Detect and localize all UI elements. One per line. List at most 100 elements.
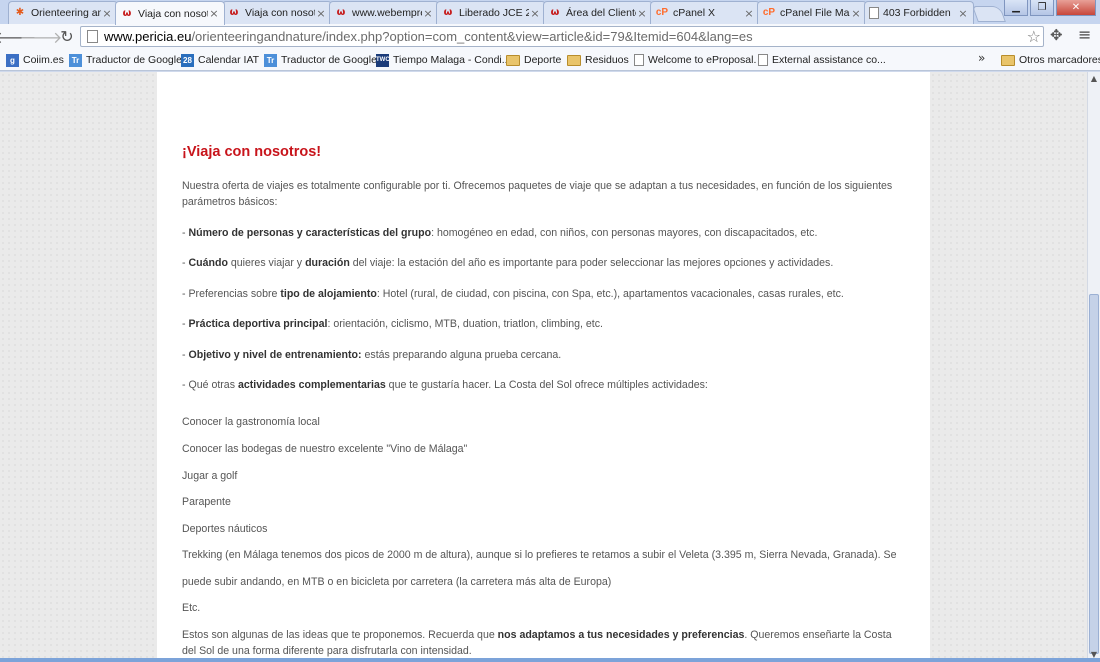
tab-cpanel-x[interactable]: cP cPanel X × [650,1,760,24]
bookmark-star-icon[interactable]: ☆ [1027,27,1041,46]
extension-icon[interactable]: ✥ [1050,26,1063,44]
criterion-activities: - Qué otras actividades complementarias … [182,377,904,393]
close-window-button[interactable]: ✕ [1056,0,1096,16]
criterion-group-size: - Número de personas y características d… [182,225,904,241]
forward-button[interactable]: 🡒 [20,26,63,48]
bookmark-label: Tiempo Malaga - Condi... [393,54,511,66]
tab-viaja-con-nosotros-active[interactable]: ω Viaja con nosot × [115,1,225,25]
minimize-button[interactable]: ▁ [1004,0,1028,16]
folder-icon [567,54,581,66]
content-panel: ¡Viaja con nosotros! Nuestra oferta de v… [157,72,930,662]
w-icon: ω [336,7,346,18]
tab-403-forbidden[interactable]: 403 Forbidden × [864,1,974,24]
article-closing: Estos son algunas de las ideas que te pr… [182,627,904,659]
vertical-scrollbar[interactable]: ▲ ▼ [1087,72,1100,662]
close-icon[interactable]: × [957,7,969,20]
w-icon: ω [122,7,132,19]
tab-label: Viaja con nosot [138,7,208,20]
activity-item: Etc. [182,602,201,614]
scroll-up-arrow-icon[interactable]: ▲ [1088,73,1100,85]
tab-label: cPanel X [673,7,716,19]
tab-label: Viaja con nosot [245,7,315,19]
cpanel-icon: cP [762,7,776,18]
joomla-icon: ✱ [15,7,25,18]
bookmark-tiempo-malaga[interactable]: TWC Tiempo Malaga - Condi... [376,52,511,68]
close-icon[interactable]: × [315,7,327,20]
tab-area-del-cliente[interactable]: ω Área del Cliente × [543,1,653,24]
close-icon[interactable]: × [529,7,541,20]
new-tab-button[interactable] [972,6,1006,22]
w-icon: ω [229,7,239,18]
criterion-when-duration: - Cuándo quieres viajar y duración del v… [182,255,904,271]
bookmark-folder-deporte[interactable]: Deporte [506,52,561,68]
translate-icon: Tr [264,53,277,67]
criterion-training: - Objetivo y nivel de entrenamiento: est… [182,347,904,363]
tab-orienteering[interactable]: ✱ Orienteering an × [8,1,118,24]
criterion-bold: Objetivo y nivel de entrenamiento: [188,349,362,361]
activity-item: Parapente [182,496,231,508]
bookmark-label: Coiim.es [23,54,64,66]
bookmark-calendar-iat[interactable]: 28 Calendar IAT [181,52,259,68]
bookmark-coiim[interactable]: g Coiim.es [6,52,64,68]
page-icon [869,7,879,19]
window-bottom-edge [0,658,1100,662]
criterion-bold: tipo de alojamiento [280,288,377,300]
tab-viaja-con-nosotros[interactable]: ω Viaja con nosot × [222,1,332,24]
tab-liberado-jce[interactable]: ω Liberado JCE 2. × [436,1,546,24]
closing-text: Estos son algunas de las ideas que te pr… [182,629,498,641]
cpanel-icon: cP [655,7,669,18]
page-viewport: ¡Viaja con nosotros! Nuestra oferta de v… [0,72,1087,662]
window-controls: ▁ ❐ ✕ [1004,0,1096,16]
close-icon[interactable]: × [101,7,113,20]
tab-strip: ✱ Orienteering an × ω Viaja con nosot × … [0,0,1100,25]
more-bookmarks-chevron-icon[interactable]: » [978,51,985,65]
address-bar[interactable]: www.pericia.eu/orienteeringandnature/ind… [80,26,1044,47]
activity-item: Conocer las bodegas de nuestro excelente… [182,443,468,455]
close-icon[interactable]: × [850,7,862,20]
criterion-bold: Práctica deportiva principal [188,318,328,330]
tab-label: www.webempre [352,7,422,19]
menu-icon[interactable]: ≡ [1078,25,1091,44]
criterion-text: : Hotel (rural, de ciudad, con piscina, … [376,288,844,300]
maximize-button[interactable]: ❐ [1030,0,1054,16]
close-icon[interactable]: × [636,7,648,20]
criterion-text: quieres viajar y [227,257,306,269]
tab-cpanel-file-manager[interactable]: cP cPanel File Man × [757,1,867,24]
activity-item: puede subir andando, en MTB o en bicicle… [182,576,612,588]
close-icon[interactable]: × [422,7,434,20]
folder-icon [1001,54,1015,66]
close-icon[interactable]: × [208,7,220,20]
tab-webempre[interactable]: ω www.webempre × [329,1,439,24]
criterion-bold: Número de personas y características del… [188,227,432,239]
criterion-text: : homogéneo en edad, con niños, con pers… [431,227,818,239]
page-icon [758,54,768,66]
bookmark-label: Deporte [524,54,562,66]
bookmark-traductor-google[interactable]: Tr Traductor de Google [69,52,182,68]
criterion-text-2: del viaje: la estación del año es import… [349,257,834,269]
scrollbar-thumb[interactable] [1089,294,1099,654]
page-icon [634,54,644,66]
bookmarks-bar: g Coiim.es Tr Traductor de Google 28 Cal… [0,49,1100,71]
weather-channel-icon: TWC [376,53,390,67]
bookmark-traductor-google-2[interactable]: Tr Traductor de Google [264,52,377,68]
url-path: /orienteeringandnature/index.php?option=… [191,29,753,44]
activity-item: Deportes náuticos [182,523,268,535]
criterion-text: que te gustaría hacer. La Costa del Sol … [385,379,708,391]
w-icon: ω [550,7,560,18]
reload-button[interactable]: ↻ [54,26,80,48]
activity-item: Trekking (en Málaga tenemos dos picos de… [182,549,897,561]
bookmark-external-assistance[interactable]: External assistance co... [758,52,886,68]
bookmark-label: External assistance co... [772,54,886,66]
folder-icon [506,54,520,66]
criterion-accommodation: - Preferencias sobre tipo de alojamiento… [182,286,904,302]
bookmark-folder-residuos[interactable]: Residuos [567,52,629,68]
bookmark-eproposal[interactable]: Welcome to eProposal. [634,52,756,68]
tab-label: 403 Forbidden [883,7,951,19]
tab-label: Área del Cliente [566,7,636,19]
calendar-icon: 28 [181,53,194,67]
criterion-sport: - Práctica deportiva principal: orientac… [182,316,904,332]
other-bookmarks-folder[interactable]: Otros marcadores [1001,52,1100,68]
close-icon[interactable]: × [743,7,755,20]
bookmark-label: Residuos [585,54,629,66]
tab-label: Liberado JCE 2. [459,7,529,19]
